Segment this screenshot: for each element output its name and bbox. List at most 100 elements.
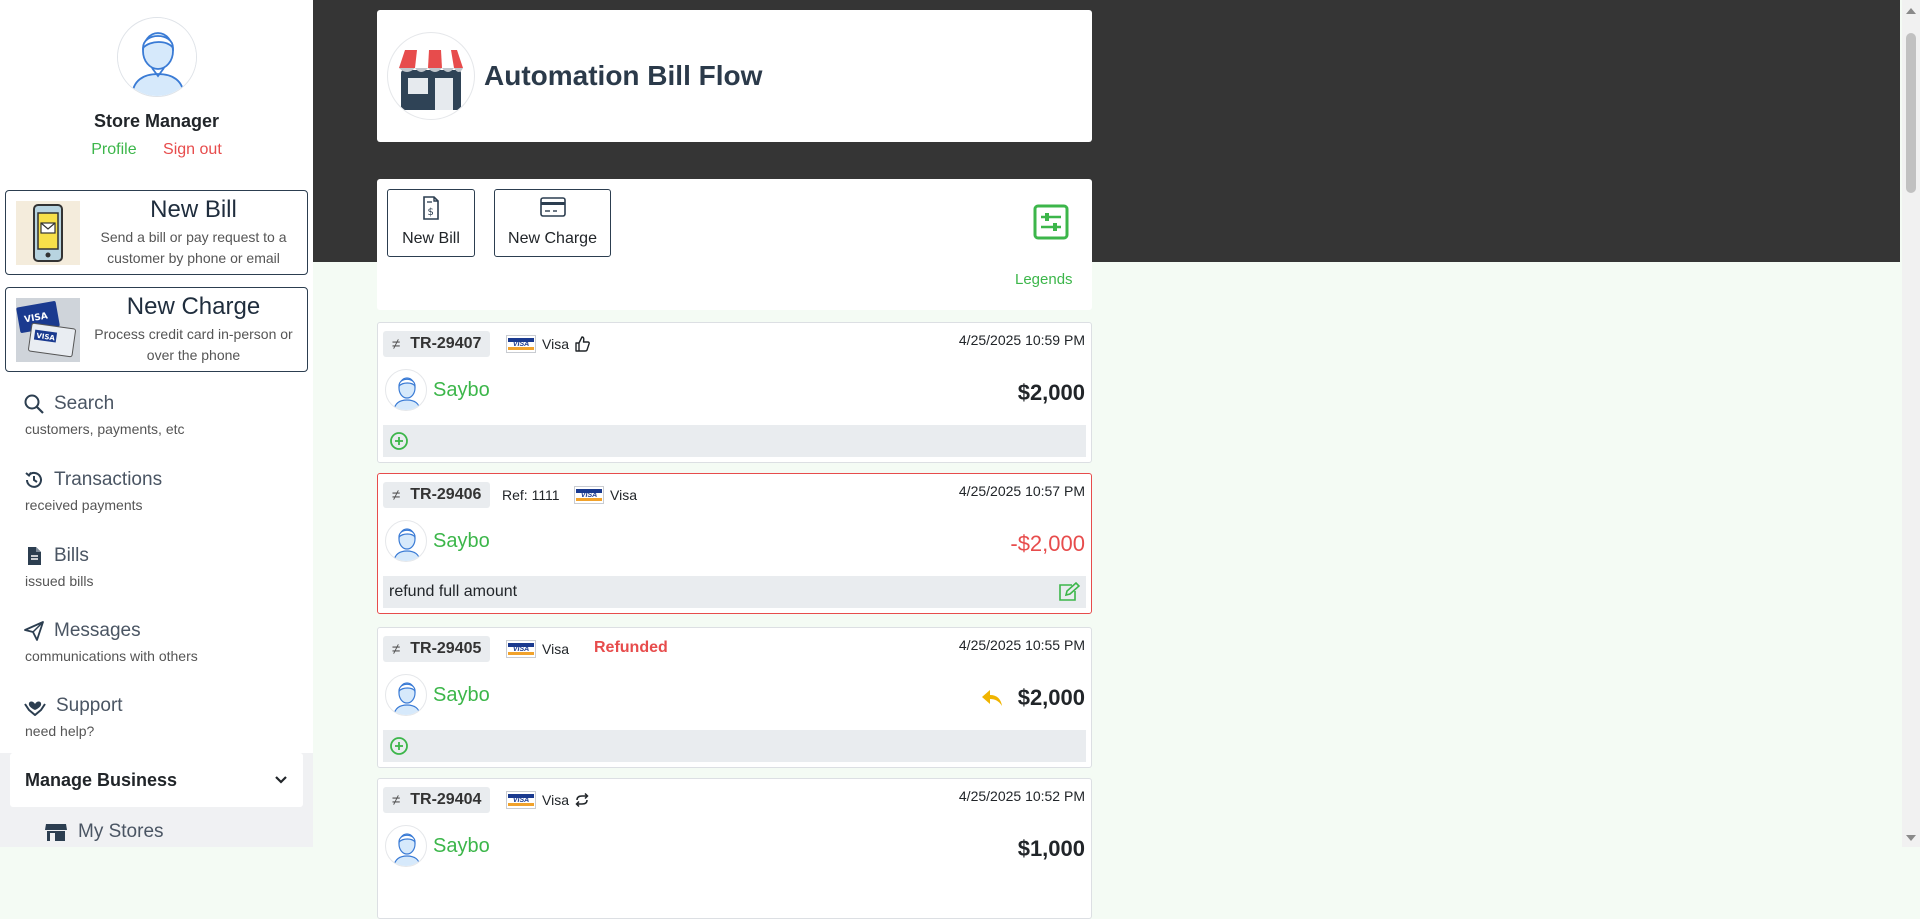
avatar[interactable] <box>116 17 197 97</box>
transaction-card[interactable]: ≠ TR-29406 Ref: 1111 VISA Visa 4/25/2025 … <box>377 473 1092 614</box>
card-brand: Visa <box>542 641 569 657</box>
transaction-id[interactable]: ≠ TR-29406 <box>383 482 491 508</box>
transaction-amount: $2,000 <box>1017 685 1085 710</box>
payment-method: VISA Visa <box>506 335 590 353</box>
repeat-icon <box>575 792 589 808</box>
sidebar-item-bills[interactable]: Bills issued bills <box>24 545 93 589</box>
new-bill-card[interactable]: New Bill Send a bill or pay request to a… <box>5 190 308 275</box>
new-charge-card[interactable]: VISA VISA New Charge Process credit card… <box>5 287 308 372</box>
transaction-id-text: TR-29406 <box>410 486 482 503</box>
transaction-card[interactable]: ≠ TR-29407 VISA Visa 4/25/2025 10:59 PM S… <box>377 322 1092 463</box>
transaction-note-bar: refund full amount <box>383 576 1086 608</box>
transaction-card[interactable]: ≠ TR-29405 VISA Visa Refunded 4/25/2025 1… <box>377 627 1092 768</box>
new-bill-button[interactable]: $ New Bill <box>387 189 475 257</box>
phone-bill-icon <box>16 201 80 265</box>
chevron-down-icon <box>275 776 287 784</box>
user-role: Store Manager <box>93 111 220 131</box>
new-charge-label: New Charge <box>508 230 597 247</box>
transaction-date: 4/25/2025 10:57 PM <box>958 483 1085 499</box>
hash-icon: ≠ <box>392 640 401 658</box>
customer-avatar <box>385 674 427 716</box>
customer: Saybo <box>385 825 490 867</box>
payment-method: VISA Visa <box>506 791 590 809</box>
sliders-icon[interactable] <box>1033 204 1069 245</box>
transaction-note: refund full amount <box>389 583 518 600</box>
transaction-id[interactable]: ≠ TR-29407 <box>383 331 491 357</box>
sidebar-item-desc: issued bills <box>25 573 94 589</box>
visa-card-icon: VISA <box>506 640 536 658</box>
signout-link[interactable]: Sign out <box>163 141 222 158</box>
sidebar-item-label: Transactions <box>54 469 163 490</box>
sidebar-item-desc: customers, payments, etc <box>25 421 185 437</box>
card-brand: Visa <box>542 336 569 352</box>
customer: Saybo <box>385 369 490 411</box>
customer-avatar <box>385 369 427 411</box>
transaction-date: 4/25/2025 10:59 PM <box>958 332 1085 348</box>
new-charge-button[interactable]: New Charge <box>494 189 611 257</box>
credit-card-icon <box>539 197 566 217</box>
customer: Saybo <box>385 520 490 562</box>
page-scrollbar[interactable] <box>1902 0 1920 847</box>
sidebar-item-desc: communications with others <box>25 648 198 664</box>
credit-cards-icon: VISA VISA <box>16 298 80 362</box>
status-badge: Refunded <box>594 639 668 656</box>
customer-avatar <box>385 520 427 562</box>
sidebar-item-my-stores[interactable]: My Stores <box>44 821 164 843</box>
history-icon <box>25 471 42 488</box>
profile-link[interactable]: Profile <box>91 141 136 158</box>
my-stores-label: My Stores <box>78 821 164 842</box>
reply-icon <box>982 690 1002 706</box>
sidebar-item-desc: need help? <box>25 723 95 739</box>
sidebar-item-label: Messages <box>54 620 141 641</box>
manage-business-section: Manage Business My Stores <box>0 753 313 847</box>
add-note-icon[interactable] <box>389 736 409 756</box>
transaction-card[interactable]: ≠ TR-29404 VISA Visa 4/25/2025 10:52 PM S… <box>377 778 1092 919</box>
customer-name[interactable]: Saybo <box>433 835 490 858</box>
transaction-note-bar <box>383 425 1086 457</box>
scrollbar-thumb[interactable] <box>1906 33 1916 193</box>
transaction-date: 4/25/2025 10:52 PM <box>958 788 1085 804</box>
sidebar-item-transactions[interactable]: Transactions received payments <box>24 469 162 513</box>
new-charge-description: Process credit card in-person or over th… <box>94 326 293 363</box>
transaction-amount: $2,000 <box>1017 380 1085 405</box>
transaction-id[interactable]: ≠ TR-29404 <box>383 787 491 813</box>
sidebar-item-label: Search <box>54 393 115 414</box>
sidebar-item-desc: received payments <box>25 497 143 513</box>
new-bill-label: New Bill <box>402 230 460 247</box>
invoice-icon: $ <box>423 196 439 220</box>
visa-card-icon: VISA <box>506 335 536 353</box>
scroll-up-arrow-icon[interactable] <box>1906 8 1916 14</box>
hash-icon: ≠ <box>392 486 401 504</box>
edit-icon[interactable] <box>1058 582 1080 602</box>
manage-business-toggle[interactable]: Manage Business <box>10 753 303 807</box>
toolbar: $ New Bill New Charge Legends <box>377 179 1092 310</box>
sidebar: Store Manager Profile Sign out New Bill … <box>0 0 313 847</box>
customer: Saybo <box>385 674 490 716</box>
sidebar-item-search[interactable]: Search customers, payments, etc <box>24 393 185 437</box>
customer-name[interactable]: Saybo <box>433 530 490 553</box>
visa-card-icon: VISA <box>574 486 604 504</box>
transaction-ref: Ref: 1111 <box>502 487 560 503</box>
search-icon <box>24 394 44 414</box>
sidebar-item-messages[interactable]: Messages communications with others <box>24 620 198 664</box>
scroll-down-arrow-icon[interactable] <box>1906 835 1916 841</box>
transaction-id[interactable]: ≠ TR-29405 <box>383 636 491 662</box>
hash-icon: ≠ <box>392 335 401 353</box>
thumbs-up-icon <box>575 336 590 352</box>
store-header: Automation Bill Flow <box>377 10 1092 142</box>
customer-name[interactable]: Saybo <box>433 684 490 707</box>
send-icon <box>24 621 44 641</box>
new-bill-title: New Bill <box>150 196 237 223</box>
transaction-note-bar <box>383 730 1086 762</box>
transaction-id-text: TR-29407 <box>410 335 482 352</box>
legends-link[interactable]: Legends <box>1015 271 1073 288</box>
storefront-icon <box>387 32 475 120</box>
add-note-icon[interactable] <box>389 431 409 451</box>
sidebar-item-support[interactable]: Support need help? <box>24 695 123 739</box>
transaction-date: 4/25/2025 10:55 PM <box>958 637 1085 653</box>
sidebar-item-label: Bills <box>54 545 89 566</box>
document-icon <box>28 547 41 565</box>
transaction-amount: -$2,000 <box>1010 531 1085 556</box>
customer-name[interactable]: Saybo <box>433 379 490 402</box>
new-bill-description: Send a bill or pay request to a customer… <box>100 229 287 266</box>
